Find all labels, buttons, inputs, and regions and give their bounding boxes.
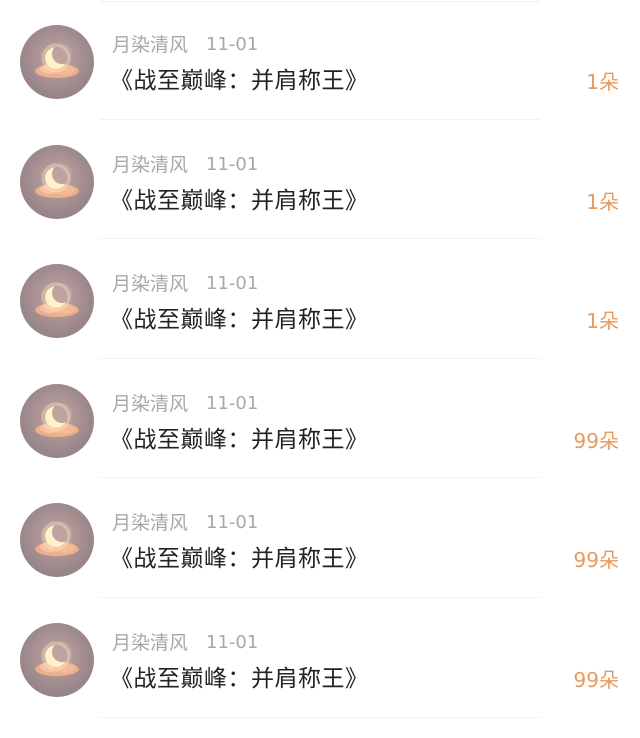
- date: 11-01: [206, 153, 259, 175]
- list-item[interactable]: 月染清风 11-01 《战至巅峰：并肩称王》 99朵: [0, 478, 640, 598]
- moon-cloud-icon: [35, 163, 79, 198]
- item-meta: 月染清风 11-01: [112, 32, 258, 58]
- gift-amount: 99朵: [573, 428, 619, 453]
- avatar[interactable]: [20, 622, 94, 697]
- gift-record-list: 月染清风 11-01 《战至巅峰：并肩称王》 1朵 月染清风 11-01 《战至…: [0, 0, 640, 718]
- book-title[interactable]: 《战至巅峰：并肩称王》: [110, 542, 369, 576]
- date: 11-01: [206, 512, 259, 534]
- username[interactable]: 月染清风: [112, 32, 188, 58]
- username[interactable]: 月染清风: [112, 391, 188, 417]
- date: 11-01: [206, 392, 259, 414]
- moon-cloud-icon: [35, 641, 79, 676]
- avatar[interactable]: [20, 144, 94, 219]
- username[interactable]: 月染清风: [112, 271, 188, 297]
- moon-cloud-icon: [35, 282, 79, 318]
- gift-amount: 99朵: [573, 548, 619, 573]
- book-title[interactable]: 《战至巅峰：并肩称王》: [110, 64, 369, 98]
- avatar[interactable]: [20, 25, 94, 99]
- divider: [100, 716, 540, 718]
- username[interactable]: 月染清风: [112, 152, 188, 178]
- item-meta: 月染清风 11-01: [112, 630, 258, 656]
- avatar[interactable]: [20, 264, 94, 339]
- list-item[interactable]: 月染清风 11-01 《战至巅峰：并肩称王》 99朵: [0, 359, 640, 479]
- username[interactable]: 月染清风: [112, 510, 188, 536]
- gift-amount: 1朵: [586, 309, 619, 334]
- item-meta: 月染清风 11-01: [112, 391, 258, 417]
- book-title[interactable]: 《战至巅峰：并肩称王》: [110, 303, 369, 337]
- username[interactable]: 月染清风: [112, 630, 188, 656]
- gift-amount: 99朵: [573, 667, 619, 692]
- list-item[interactable]: 月染清风 11-01 《战至巅峰：并肩称王》 1朵: [0, 120, 640, 240]
- avatar[interactable]: [20, 503, 94, 578]
- moon-cloud-icon: [35, 402, 79, 437]
- list-item[interactable]: 月染清风 11-01 《战至巅峰：并肩称王》 99朵: [0, 598, 640, 718]
- item-meta: 月染清风 11-01: [112, 152, 258, 178]
- book-title[interactable]: 《战至巅峰：并肩称王》: [110, 423, 369, 457]
- item-meta: 月染清风 11-01: [112, 271, 258, 297]
- moon-cloud-icon: [35, 521, 79, 557]
- date: 11-01: [206, 273, 259, 295]
- list-item[interactable]: 月染清风 11-01 《战至巅峰：并肩称王》 1朵: [0, 239, 640, 359]
- book-title[interactable]: 《战至巅峰：并肩称王》: [110, 184, 369, 218]
- gift-amount: 1朵: [586, 70, 619, 94]
- book-title[interactable]: 《战至巅峰：并肩称王》: [110, 662, 369, 696]
- item-meta: 月染清风 11-01: [112, 510, 258, 536]
- date: 11-01: [206, 34, 259, 55]
- avatar[interactable]: [20, 383, 94, 458]
- list-item[interactable]: 月染清风 11-01 《战至巅峰：并肩称王》 1朵: [0, 0, 640, 120]
- gift-amount: 1朵: [586, 189, 619, 214]
- moon-cloud-icon: [35, 43, 79, 78]
- date: 11-01: [206, 631, 259, 653]
